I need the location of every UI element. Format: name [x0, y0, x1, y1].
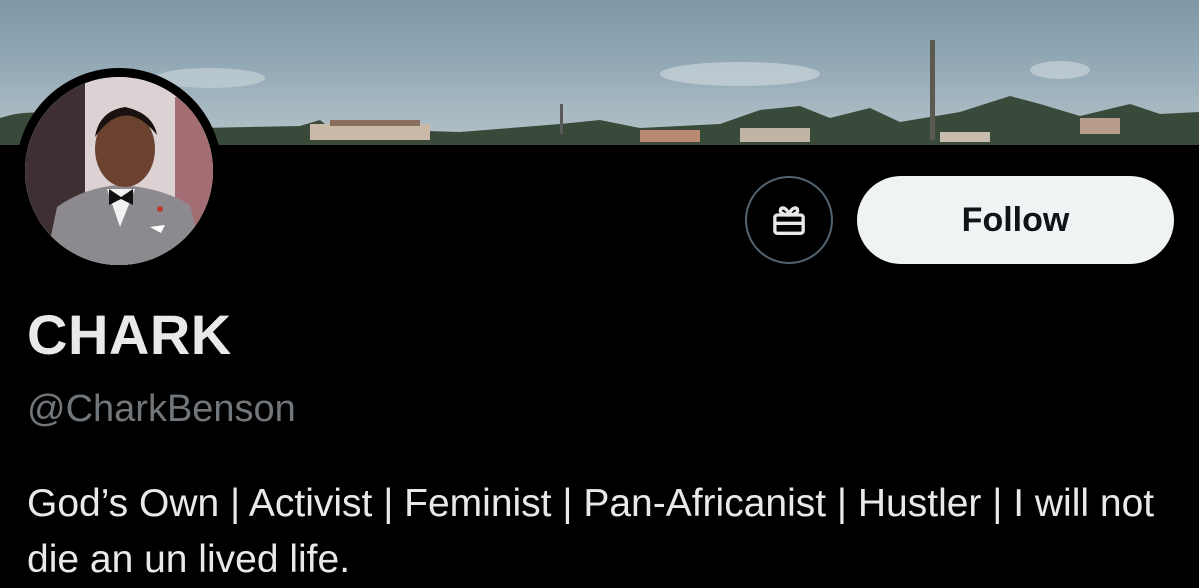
avatar-ring [16, 68, 222, 274]
gift-button[interactable] [745, 176, 833, 264]
avatar-photo [25, 77, 213, 265]
profile-handle: @CharkBenson [27, 388, 296, 430]
avatar[interactable] [25, 77, 213, 265]
follow-button[interactable]: Follow [857, 176, 1174, 264]
display-name: CHARK [27, 303, 232, 366]
profile-bio: God’s Own | Activist | Feminist | Pan-Af… [27, 482, 1155, 581]
gift-icon [773, 206, 805, 235]
